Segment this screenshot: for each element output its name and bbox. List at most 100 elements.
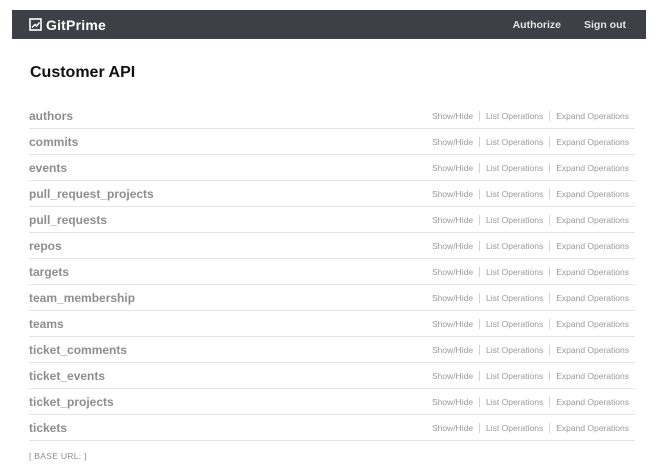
- list-operations-link[interactable]: List Operations: [486, 371, 543, 381]
- resource-operations: Show/Hide List Operations Expand Operation…: [432, 110, 635, 121]
- resource-row-repos: repos Show/Hide List Operations Expand Oper…: [29, 233, 635, 259]
- resource-row-pull-requests: pull_requests Show/Hide List Operations Exp…: [29, 207, 635, 233]
- resource-operations: Show/Hide List Operations Expand Operation…: [432, 318, 635, 329]
- resource-row-targets: targets Show/Hide List Operations Expand Op…: [29, 259, 635, 285]
- separator: [479, 136, 481, 147]
- gitprime-logo-icon: [29, 18, 42, 31]
- resource-operations: Show/Hide List Operations Expand Operation…: [432, 136, 635, 147]
- show-hide-link[interactable]: Show/Hide: [432, 423, 473, 433]
- separator: [549, 214, 551, 225]
- authorize-link[interactable]: Authorize: [513, 19, 561, 31]
- list-operations-link[interactable]: List Operations: [486, 319, 543, 329]
- list-operations-link[interactable]: List Operations: [486, 241, 543, 251]
- separator: [549, 318, 551, 329]
- resource-row-tickets: tickets Show/Hide List Operations Expand Op…: [29, 415, 635, 441]
- resource-row-ticket-projects: ticket_projects Show/Hide List Operations E…: [29, 389, 635, 415]
- separator: [549, 422, 551, 433]
- resource-operations: Show/Hide List Operations Expand Operation…: [432, 240, 635, 251]
- expand-operations-link[interactable]: Expand Operations: [556, 371, 629, 381]
- expand-operations-link[interactable]: Expand Operations: [556, 215, 629, 225]
- show-hide-link[interactable]: Show/Hide: [432, 111, 473, 121]
- resource-name-link[interactable]: ticket_comments: [29, 343, 127, 357]
- resource-operations: Show/Hide List Operations Expand Operation…: [432, 162, 635, 173]
- resource-name-link[interactable]: targets: [29, 265, 69, 279]
- resource-name-link[interactable]: authors: [29, 109, 73, 123]
- expand-operations-link[interactable]: Expand Operations: [556, 111, 629, 121]
- separator: [549, 240, 551, 251]
- expand-operations-link[interactable]: Expand Operations: [556, 345, 629, 355]
- show-hide-link[interactable]: Show/Hide: [432, 137, 473, 147]
- separator: [479, 292, 481, 303]
- resource-operations: Show/Hide List Operations Expand Operation…: [432, 188, 635, 199]
- separator: [549, 292, 551, 303]
- resource-name-link[interactable]: ticket_projects: [29, 395, 114, 409]
- list-operations-link[interactable]: List Operations: [486, 423, 543, 433]
- show-hide-link[interactable]: Show/Hide: [432, 215, 473, 225]
- show-hide-link[interactable]: Show/Hide: [432, 189, 473, 199]
- expand-operations-link[interactable]: Expand Operations: [556, 293, 629, 303]
- resource-row-teams: teams Show/Hide List Operations Expand Oper…: [29, 311, 635, 337]
- resource-operations: Show/Hide List Operations Expand Operation…: [432, 266, 635, 277]
- expand-operations-link[interactable]: Expand Operations: [556, 267, 629, 277]
- resource-row-events: events Show/Hide List Operations Expand Ope…: [29, 155, 635, 181]
- separator: [479, 422, 481, 433]
- resource-name-link[interactable]: events: [29, 161, 67, 175]
- expand-operations-link[interactable]: Expand Operations: [556, 189, 629, 199]
- resource-operations: Show/Hide List Operations Expand Operation…: [432, 292, 635, 303]
- expand-operations-link[interactable]: Expand Operations: [556, 319, 629, 329]
- brand[interactable]: GitPrime: [29, 17, 106, 33]
- separator: [479, 240, 481, 251]
- show-hide-link[interactable]: Show/Hide: [432, 163, 473, 173]
- resource-operations: Show/Hide List Operations Expand Operation…: [432, 370, 635, 381]
- resource-name-link[interactable]: team_membership: [29, 291, 135, 305]
- expand-operations-link[interactable]: Expand Operations: [556, 397, 629, 407]
- separator: [549, 266, 551, 277]
- resource-name-link[interactable]: repos: [29, 239, 62, 253]
- header-nav: Authorize Sign out: [513, 19, 626, 31]
- resource-name-link[interactable]: commits: [29, 135, 78, 149]
- resource-list: authors Show/Hide List Operations Expand Op…: [29, 103, 635, 441]
- resource-row-pull-request-projects: pull_request_projects Show/Hide List Opera…: [29, 181, 635, 207]
- list-operations-link[interactable]: List Operations: [486, 397, 543, 407]
- expand-operations-link[interactable]: Expand Operations: [556, 137, 629, 147]
- expand-operations-link[interactable]: Expand Operations: [556, 163, 629, 173]
- expand-operations-link[interactable]: Expand Operations: [556, 241, 629, 251]
- separator: [549, 396, 551, 407]
- resource-name-link[interactable]: ticket_events: [29, 369, 105, 383]
- separator: [479, 266, 481, 277]
- separator: [479, 214, 481, 225]
- show-hide-link[interactable]: Show/Hide: [432, 293, 473, 303]
- list-operations-link[interactable]: List Operations: [486, 111, 543, 121]
- base-url-label: [ BASE URL: ]: [29, 451, 87, 461]
- resource-row-commits: commits Show/Hide List Operations Expand Op…: [29, 129, 635, 155]
- resource-row-ticket-comments: ticket_comments Show/Hide List Operations E…: [29, 337, 635, 363]
- show-hide-link[interactable]: Show/Hide: [432, 345, 473, 355]
- separator: [549, 188, 551, 199]
- list-operations-link[interactable]: List Operations: [486, 267, 543, 277]
- separator: [479, 110, 481, 121]
- resource-name-link[interactable]: pull_request_projects: [29, 187, 154, 201]
- list-operations-link[interactable]: List Operations: [486, 345, 543, 355]
- separator: [549, 110, 551, 121]
- list-operations-link[interactable]: List Operations: [486, 189, 543, 199]
- list-operations-link[interactable]: List Operations: [486, 163, 543, 173]
- resource-operations: Show/Hide List Operations Expand Operation…: [432, 214, 635, 225]
- resource-operations: Show/Hide List Operations Expand Operation…: [432, 396, 635, 407]
- resource-name-link[interactable]: teams: [29, 317, 64, 331]
- separator: [549, 344, 551, 355]
- sign-out-link[interactable]: Sign out: [584, 19, 626, 31]
- resource-name-link[interactable]: pull_requests: [29, 213, 107, 227]
- resource-name-link[interactable]: tickets: [29, 421, 67, 435]
- list-operations-link[interactable]: List Operations: [486, 215, 543, 225]
- separator: [549, 136, 551, 147]
- show-hide-link[interactable]: Show/Hide: [432, 397, 473, 407]
- resource-row-team-membership: team_membership Show/Hide List Operations E…: [29, 285, 635, 311]
- expand-operations-link[interactable]: Expand Operations: [556, 423, 629, 433]
- list-operations-link[interactable]: List Operations: [486, 293, 543, 303]
- show-hide-link[interactable]: Show/Hide: [432, 267, 473, 277]
- separator: [479, 318, 481, 329]
- show-hide-link[interactable]: Show/Hide: [432, 319, 473, 329]
- list-operations-link[interactable]: List Operations: [486, 137, 543, 147]
- show-hide-link[interactable]: Show/Hide: [432, 371, 473, 381]
- show-hide-link[interactable]: Show/Hide: [432, 241, 473, 251]
